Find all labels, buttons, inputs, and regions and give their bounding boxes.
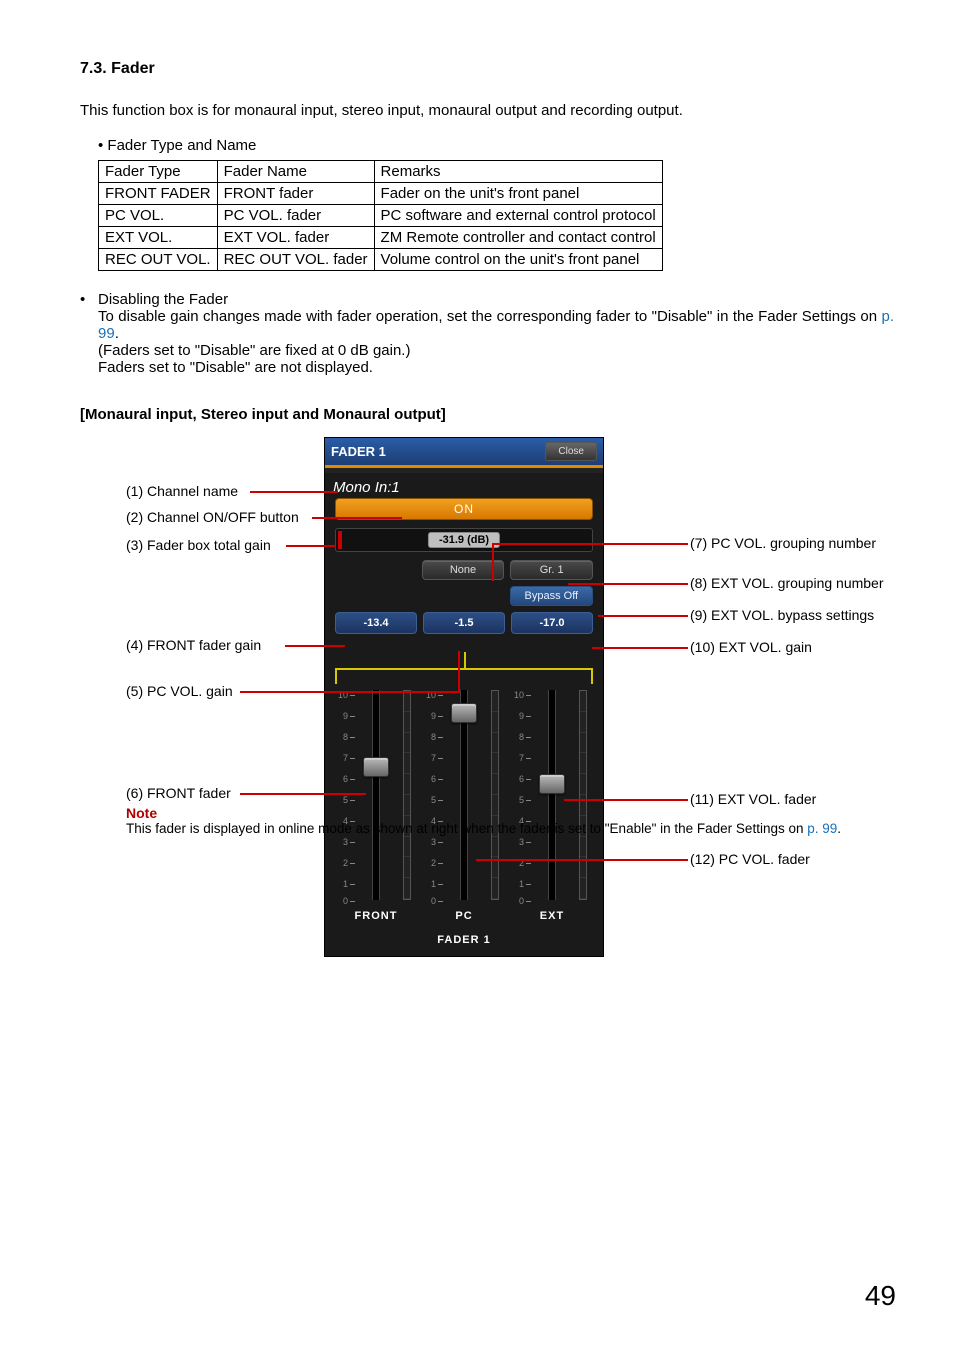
gain-marker <box>338 531 342 549</box>
ext-gain: -17.0 <box>511 612 593 634</box>
ext-fader-col: 10 9 8 7 6 5 4 3 2 1 0 <box>511 690 593 922</box>
table-row: FRONT FADER FRONT fader Fader on the uni… <box>99 183 663 205</box>
tab-indicator <box>325 465 603 473</box>
pc-fader-col: 10 9 8 7 6 5 4 3 2 1 0 <box>423 690 505 922</box>
callout-7: (7) PC VOL. grouping number <box>690 535 910 551</box>
note-body: This fader is displayed in online mode a… <box>126 821 296 836</box>
table-header-row: Fader Type Fader Name Remarks <box>99 161 663 183</box>
leader-line <box>592 647 688 649</box>
front-fader[interactable] <box>372 690 380 900</box>
leader-line <box>492 543 494 581</box>
table-caption: Fader Type and Name <box>98 137 894 154</box>
pc-column-label: PC <box>455 910 472 922</box>
callout-9: (9) EXT VOL. bypass settings <box>690 607 910 623</box>
section-name: Fader <box>111 60 155 77</box>
disable-heading: Disabling the Fader <box>98 291 228 308</box>
table-row: PC VOL. PC VOL. fader PC software and ex… <box>99 205 663 227</box>
note-title: Note <box>126 805 326 821</box>
th-name: Fader Name <box>217 161 374 183</box>
leader-line <box>250 491 338 493</box>
th-remarks: Remarks <box>374 161 662 183</box>
channel-name: Mono In:1 <box>325 473 603 498</box>
front-gain: -13.4 <box>335 612 417 634</box>
front-fader-strip: 10 9 8 7 6 5 4 3 2 1 0 <box>335 690 417 900</box>
fader-type-table: Fader Type Fader Name Remarks FRONT FADE… <box>98 160 663 271</box>
leader-line <box>240 691 460 693</box>
callout-2: (2) Channel ON/OFF button <box>126 509 326 525</box>
scale: 10 9 8 7 6 5 4 3 2 1 0 <box>335 690 355 900</box>
leader-line <box>492 543 688 545</box>
total-gain-value: -31.9 (dB) <box>428 532 500 548</box>
table-row: REC OUT VOL. REC OUT VOL. fader Volume c… <box>99 249 663 271</box>
page-number: 49 <box>865 1280 896 1312</box>
bypass-button[interactable]: Bypass Off <box>510 586 593 606</box>
window-title: FADER 1 <box>331 444 386 459</box>
callout-10: (10) EXT VOL. gain <box>690 639 910 655</box>
front-fader-col: 10 9 8 7 6 5 4 3 2 1 0 <box>335 690 417 922</box>
leader-line <box>476 859 688 861</box>
meter <box>403 690 411 900</box>
table-row: EXT VOL. EXT VOL. fader ZM Remote contro… <box>99 227 663 249</box>
fader-window: FADER 1 Close Mono In:1 ON -31.9 (dB) No… <box>324 437 604 957</box>
th-type: Fader Type <box>99 161 218 183</box>
pc-fader[interactable] <box>460 690 468 900</box>
footer-label: FADER 1 <box>325 932 603 956</box>
front-column-label: FRONT <box>355 910 398 922</box>
intro-text: This function box is for monaural input,… <box>80 102 894 119</box>
ext-fader-knob[interactable] <box>539 774 565 794</box>
section-number: 7.3. <box>80 60 107 77</box>
leader-line <box>312 517 402 519</box>
ext-group-pill[interactable]: Gr. 1 <box>510 560 593 580</box>
leader-line <box>458 651 460 691</box>
leader-line <box>286 545 336 547</box>
ext-column-label: EXT <box>540 910 564 922</box>
disable-block: •Disabling the Fader To disable gain cha… <box>98 291 894 376</box>
section-title: 7.3. Fader <box>80 60 894 78</box>
fader-row: 10 9 8 7 6 5 4 3 2 1 0 <box>325 640 603 932</box>
callout-11: (11) EXT VOL. fader <box>690 791 910 807</box>
leader-line <box>568 583 688 585</box>
front-fader-knob[interactable] <box>363 757 389 777</box>
callout-12: (12) PC VOL. fader <box>690 851 910 867</box>
figure-area: FADER 1 Close Mono In:1 ON -31.9 (dB) No… <box>80 437 894 1077</box>
leader-line <box>240 793 366 795</box>
leader-line <box>598 615 688 617</box>
callout-8: (8) EXT VOL. grouping number <box>690 575 910 591</box>
close-button[interactable]: Close <box>545 442 597 461</box>
ext-fader[interactable] <box>548 690 556 900</box>
link-p99-b[interactable]: p. 99 <box>807 821 837 836</box>
leader-line <box>285 645 345 647</box>
pc-gain: -1.5 <box>423 612 505 634</box>
window-titlebar: FADER 1 Close <box>325 438 603 465</box>
pc-fader-knob[interactable] <box>451 703 477 723</box>
leader-line <box>564 799 688 801</box>
total-gain-display: -31.9 (dB) <box>335 528 593 552</box>
sub-heading: [Monaural input, Stereo input and Monaur… <box>80 406 894 423</box>
